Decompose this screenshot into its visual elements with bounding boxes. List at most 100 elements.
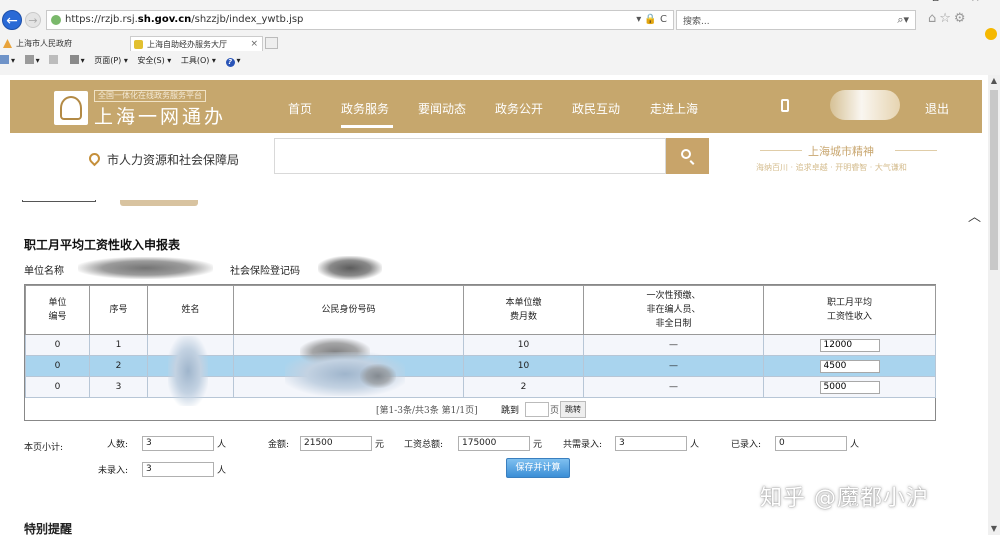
cell-flag: — (583, 376, 764, 398)
divider (760, 150, 802, 151)
nav-item-interaction[interactable]: 政民互动 (572, 100, 620, 117)
scroll-up-arrow-icon[interactable]: ▲ (988, 75, 1000, 87)
brand-name[interactable]: 上海一网通办 (94, 102, 226, 129)
tools-menu[interactable]: 工具(O) ▾ (181, 56, 216, 65)
browser-chrome: – ▫ × ← → https://rzjb.rsj.sh.gov.cn/shz… (0, 0, 1000, 76)
mail-cmd[interactable] (49, 55, 60, 65)
pager-page-input[interactable] (525, 402, 549, 417)
nav-item-news[interactable]: 要闻动态 (418, 100, 466, 117)
scroll-down-arrow-icon[interactable]: ▼ (988, 523, 1000, 535)
tab-self-service-hall[interactable]: 上海自助经办服务大厅 × (130, 36, 263, 51)
amount-input[interactable]: 21500 (300, 436, 372, 451)
close-icon[interactable]: × (250, 37, 258, 52)
watermark: 知乎 @魔都小沪 (760, 486, 929, 511)
site-search-input[interactable] (274, 138, 666, 174)
command-bar: ▾ ▾ ▾ 页面(P) ▾ 安全(S) ▾ 工具(O) ▾ ? ▾ (0, 55, 248, 69)
table-row[interactable]: 0 1 10 — (25, 334, 936, 356)
print-cmd[interactable]: ▾ (69, 55, 85, 65)
browser-search-placeholder: 搜索... (683, 17, 710, 27)
amount-unit: 元 (375, 440, 385, 450)
search-icon (681, 149, 691, 159)
pager-go-button[interactable]: 跳转 (560, 401, 586, 418)
tab-strip: 上海市人民政府 上海自助经办服务大厅 × (0, 36, 1000, 51)
page-icon (134, 40, 143, 49)
safety-menu[interactable]: 安全(S) ▾ (137, 56, 171, 65)
cell-unit-no: 0 (25, 376, 90, 398)
summary-label: 本页小计: (24, 443, 64, 453)
cell-seq: 3 (89, 376, 148, 398)
url-text: https://rzjb.rsj.sh.gov.cn/shzzjb/index_… (65, 14, 304, 25)
tab-shanghai-gov[interactable]: 上海市人民政府 (0, 36, 125, 51)
nav-item-openness[interactable]: 政务公开 (495, 100, 543, 117)
pager: [第1-3条/共3条 第1/1页] 跳到 页 跳转 (25, 399, 935, 419)
feeds-cmd[interactable]: ▾ (24, 55, 40, 65)
not-entered-unit: 人 (217, 466, 227, 476)
col-income: 职工月平均 工资性收入 (763, 285, 936, 335)
site-logo-icon[interactable] (54, 91, 88, 125)
warning-icon (3, 39, 12, 48)
income-input[interactable] (819, 359, 880, 373)
print-icon (69, 55, 79, 64)
entered-unit: 人 (850, 440, 860, 450)
cell-seq: 2 (89, 355, 148, 377)
redacted-username (830, 90, 900, 120)
notice-title: 特别提醒 (24, 522, 73, 536)
url-tools[interactable]: ▾ 🔒 C (636, 14, 667, 25)
save-and-calculate-button[interactable]: 保存并计算 (506, 458, 570, 478)
forward-arrow-icon[interactable]: → (25, 12, 41, 28)
table-row[interactable]: 0 2 10 — (25, 355, 936, 377)
city-spirit-title: 上海城市精神 (808, 145, 874, 158)
col-id-number: 公民身份号码 (233, 285, 464, 335)
entered-label: 已录入: (731, 440, 762, 450)
brand-bar: 全国一体化在线政务服务平台 上海一网通办 首页 政务服务 要闻动态 政务公开 政… (10, 80, 982, 133)
redacted-names (168, 336, 208, 406)
nav-item-home[interactable]: 首页 (288, 100, 312, 117)
window-controls[interactable]: – ▫ × (895, 0, 994, 4)
search-icon[interactable]: ⌕▾ (897, 13, 909, 27)
col-unit-no: 单位 编号 (25, 285, 90, 335)
people-input[interactable]: 3 (142, 436, 214, 451)
home-cmd[interactable]: ▾ (0, 55, 15, 65)
browser-toolbar-icons[interactable]: ⌂☆⚙ (928, 11, 969, 26)
col-name: 姓名 (147, 285, 234, 335)
help-icon: ? (225, 58, 235, 67)
mobile-phone-icon[interactable] (781, 99, 789, 112)
table-header-row: 单位 编号 序号 姓名 公民身份号码 本单位缴 费月数 一次性预缴、 非在编人员… (25, 285, 936, 335)
need-unit: 人 (690, 440, 700, 450)
logo-emblem (60, 96, 82, 120)
nav-item-about[interactable]: 走进上海 (650, 100, 698, 117)
department-name[interactable]: 市人力资源和社会保障局 (107, 151, 239, 168)
scrollbar-thumb[interactable] (990, 90, 998, 270)
people-unit: 人 (217, 440, 227, 450)
cell-flag: — (583, 334, 764, 356)
wage-total-input[interactable]: 175000 (458, 436, 530, 451)
tab-label: 上海自助经办服务大厅 (147, 40, 227, 49)
nav-item-services[interactable]: 政务服务 (341, 100, 389, 117)
page-menu[interactable]: 页面(P) ▾ (94, 56, 128, 65)
income-input[interactable] (819, 338, 880, 352)
cell-months: 10 (463, 334, 584, 356)
address-bar[interactable]: https://rzjb.rsj.sh.gov.cn/shzzjb/index_… (46, 10, 674, 30)
chevron-up-icon[interactable]: ︿ (968, 206, 981, 225)
site-favicon-icon (51, 15, 61, 25)
redacted-id-number (360, 364, 396, 388)
browser-search-input[interactable]: 搜索... ⌕▾ (676, 10, 916, 30)
not-entered-input[interactable]: 3 (142, 462, 214, 477)
table-row[interactable]: 0 3 2 — (25, 376, 936, 398)
income-input[interactable] (819, 380, 880, 394)
city-spirit-subtitle: 海纳百川 · 追求卓越 · 开明睿智 · 大气谦和 (756, 163, 907, 172)
site-search-button[interactable] (666, 138, 709, 174)
need-input[interactable]: 3 (615, 436, 687, 451)
pager-page-label: 页 (550, 406, 560, 416)
cell-flag: — (583, 355, 764, 377)
cell-months: 2 (463, 376, 584, 398)
new-tab-button[interactable] (265, 37, 278, 49)
need-label: 共需录入: (563, 440, 603, 450)
help-menu[interactable]: ? ▾ (225, 56, 241, 67)
entered-input[interactable]: 0 (775, 436, 847, 451)
logout-link[interactable]: 退出 (925, 100, 949, 117)
cell-months: 10 (463, 355, 584, 377)
back-arrow-icon[interactable]: ← (2, 10, 22, 30)
site-header: 全国一体化在线政务服务平台 上海一网通办 首页 政务服务 要闻动态 政务公开 政… (0, 75, 1000, 200)
nav-active-indicator (341, 125, 393, 128)
